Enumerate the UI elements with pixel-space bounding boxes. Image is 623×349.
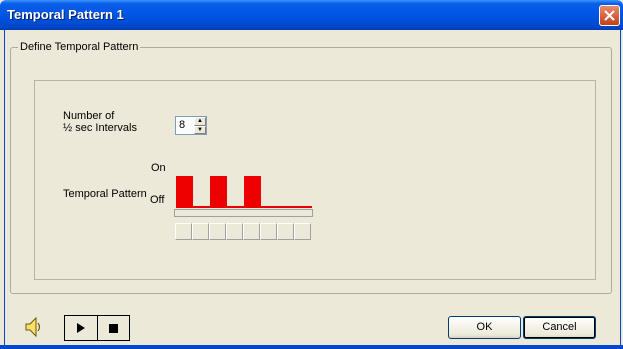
temporal-pattern-label: Temporal Pattern	[63, 188, 147, 200]
stop-button[interactable]	[96, 316, 129, 340]
group-label: Define Temporal Pattern	[18, 41, 141, 53]
interval-cell[interactable]	[277, 223, 294, 240]
spin-up-button[interactable]: ▲	[194, 117, 206, 126]
window-frame-bottom	[0, 345, 623, 349]
stop-icon	[108, 323, 118, 333]
pattern-track	[174, 209, 313, 217]
intervals-label-line1: Number of	[63, 110, 115, 122]
close-button[interactable]	[599, 5, 620, 26]
intervals-spinner[interactable]: 8 ▲ ▼	[175, 116, 207, 135]
interval-cell[interactable]	[209, 223, 226, 240]
cancel-button[interactable]: Cancel	[523, 316, 596, 339]
inner-panel	[34, 80, 596, 280]
intervals-label-line2: ½ sec Intervals	[63, 122, 137, 134]
interval-toggle-row[interactable]	[175, 223, 311, 240]
play-icon	[76, 323, 85, 333]
pattern-on-pulse	[210, 176, 227, 208]
close-icon	[604, 10, 615, 21]
speaker-icon[interactable]	[24, 316, 44, 341]
off-label: Off	[150, 194, 165, 206]
on-label: On	[151, 162, 166, 174]
interval-cell[interactable]	[294, 223, 311, 240]
spin-down-button[interactable]: ▼	[194, 125, 206, 134]
intervals-value[interactable]: 8	[179, 119, 185, 131]
play-button[interactable]	[65, 316, 97, 340]
interval-cell[interactable]	[243, 223, 260, 240]
interval-cell[interactable]	[260, 223, 277, 240]
window-title: Temporal Pattern 1	[7, 7, 124, 22]
pattern-on-pulse	[244, 176, 261, 208]
pattern-waveform	[176, 176, 312, 208]
ok-button[interactable]: OK	[448, 316, 521, 339]
media-controls	[64, 315, 130, 341]
pattern-on-pulse	[176, 176, 193, 208]
interval-cell[interactable]	[192, 223, 209, 240]
interval-cell[interactable]	[175, 223, 192, 240]
title-bar: Temporal Pattern 1	[0, 0, 623, 30]
interval-cell[interactable]	[226, 223, 243, 240]
